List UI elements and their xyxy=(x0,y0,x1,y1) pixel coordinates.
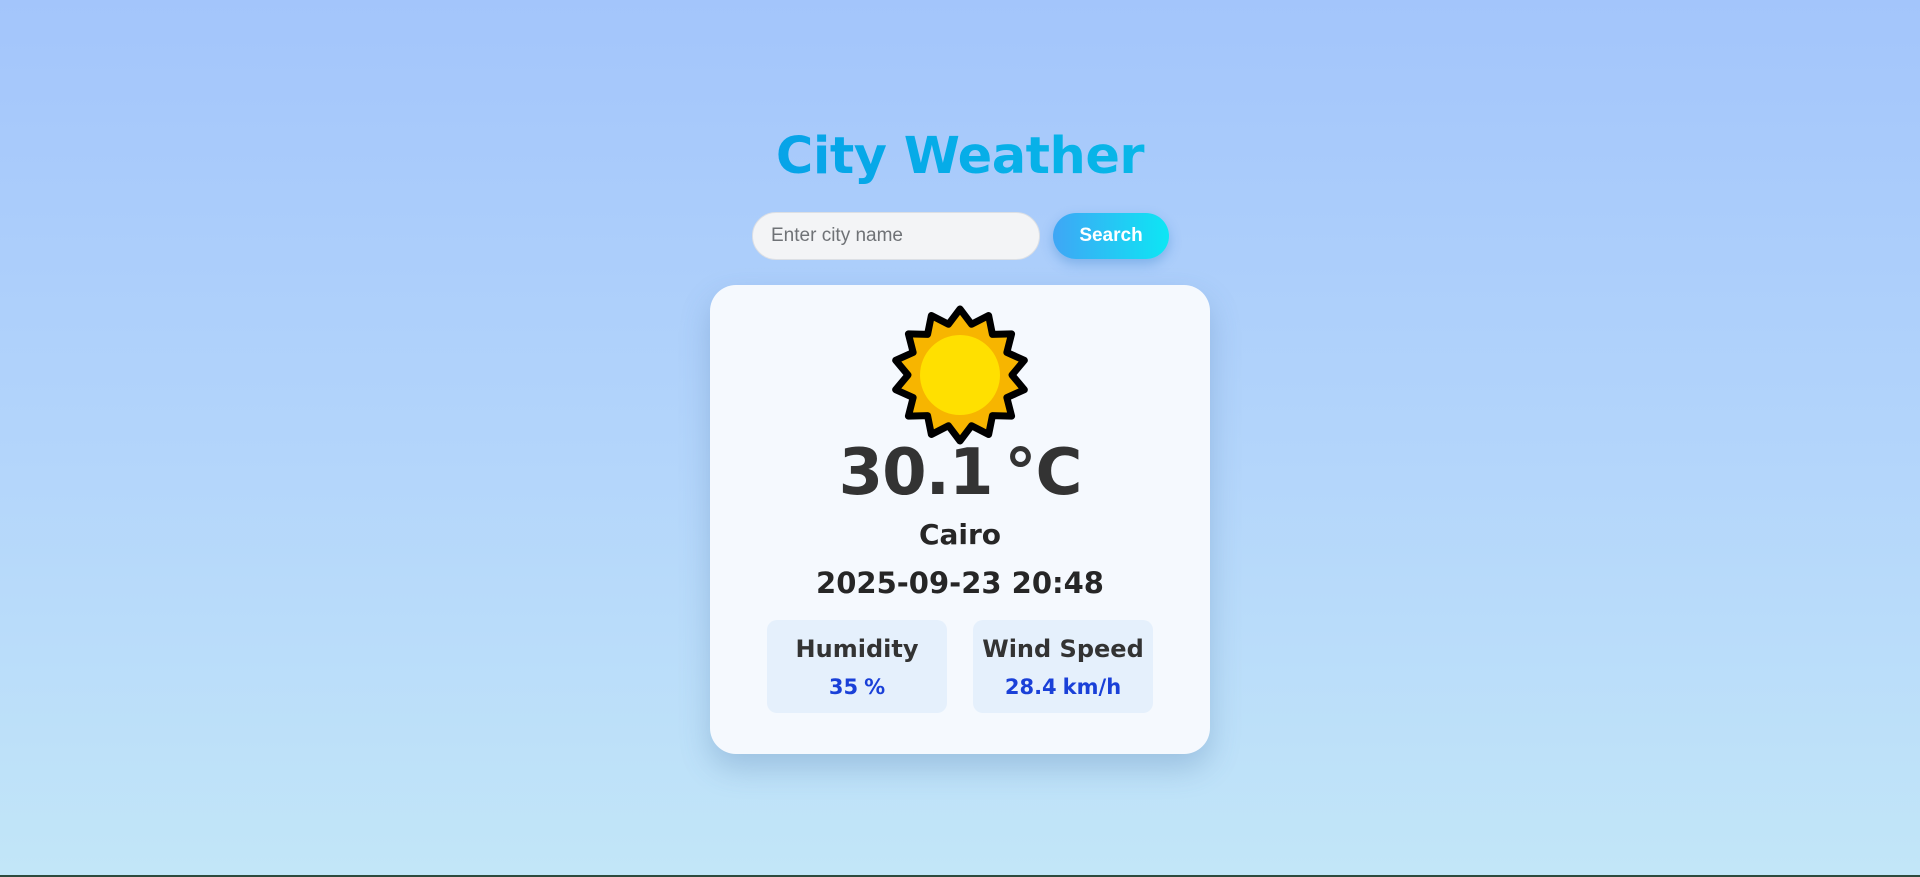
search-button[interactable]: Search xyxy=(1053,213,1169,259)
page-title: City Weather xyxy=(0,122,1920,192)
local-datetime: 2025-09-23 20:48 xyxy=(816,566,1104,600)
temperature-value: 30.1 xyxy=(838,436,994,510)
city-name: Cairo xyxy=(918,518,1002,551)
humidity-panel: Humidity 35% xyxy=(767,620,947,713)
weather-app: City Weather Search 30.1°C Cairo 2025-09… xyxy=(0,0,1920,877)
wind-speed-unit: km/h xyxy=(1062,675,1122,699)
sun-core xyxy=(920,335,1000,415)
title-word-city: City xyxy=(775,127,887,186)
humidity-label: Humidity xyxy=(795,635,919,663)
wind-speed-label: Wind Speed xyxy=(982,635,1144,663)
wind-speed-reading: 28.4 km/h xyxy=(973,672,1153,702)
humidity-reading: 35% xyxy=(767,672,947,702)
wind-speed-value: 28.4 xyxy=(1004,675,1057,699)
humidity-unit: % xyxy=(864,675,886,699)
city-search-input[interactable] xyxy=(752,212,1040,260)
temperature-reading: 30.1 °C xyxy=(710,433,1210,513)
sun-icon xyxy=(892,305,1028,445)
humidity-value: 35 xyxy=(828,675,859,699)
temperature-unit: °C xyxy=(1004,436,1082,510)
search-bar: Search xyxy=(752,212,1169,260)
weather-card: 30.1 °C Cairo 2025-09-23 20:48 Humidity 3… xyxy=(710,285,1210,754)
title-word-weather: Weather xyxy=(903,127,1145,186)
wind-speed-panel: Wind Speed 28.4 km/h xyxy=(973,620,1153,713)
